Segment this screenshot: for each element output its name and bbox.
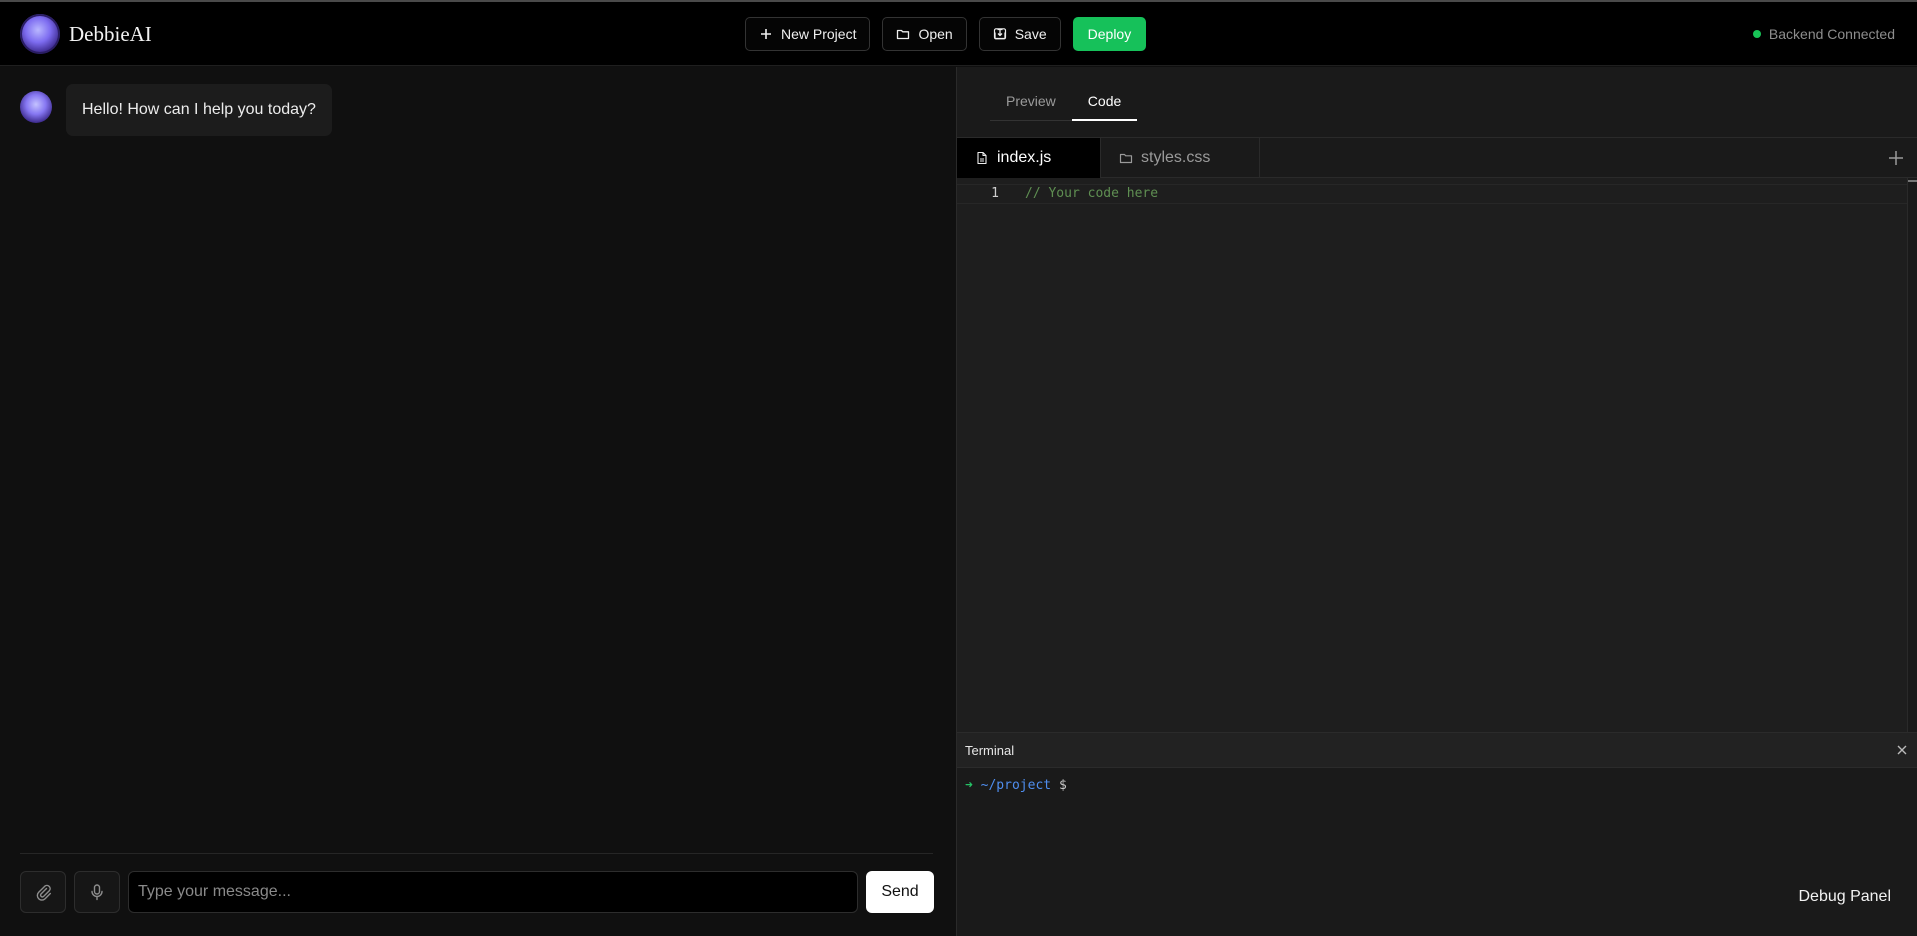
view-tabs: Preview Code [990,85,1138,121]
brand[interactable]: DebbieAI [20,14,152,54]
close-icon[interactable] [1895,743,1909,757]
scrollbar-thumb[interactable] [1908,180,1917,182]
prompt-path: ~/project [980,778,1052,793]
voice-button[interactable] [74,871,120,913]
save-icon [993,28,1006,40]
header-actions: New Project Open Save Deploy [745,17,1147,51]
file-tab-label: index.js [997,149,1052,166]
editor-scrollbar[interactable] [1907,178,1917,732]
prompt-arrow: ➜ [965,778,973,793]
chat-panel: Hello! How can I help you today? Send [0,67,956,936]
message-composer: Send [20,871,934,913]
file-tabs: index.js styles.css [957,137,1917,178]
code-editor[interactable]: 1 // Your code here [957,178,1907,732]
message-input[interactable] [128,871,858,913]
tab-code[interactable]: Code [1071,85,1138,121]
microphone-icon [91,884,103,901]
file-icon [977,151,987,165]
file-tab-label: styles.css [1141,149,1211,166]
status-text: Backend Connected [1768,26,1895,42]
terminal-header: Terminal [957,732,1917,768]
line-number: 1 [991,186,999,201]
message-bubble: Hello! How can I help you today? [66,84,332,136]
logo-icon [20,14,60,54]
debug-panel-button[interactable]: Debug Panel [1798,888,1891,906]
open-label: Open [918,26,953,42]
send-button[interactable]: Send [866,871,934,913]
terminal-prompt: ➜ ~/project $ [965,778,1067,793]
composer-divider [20,853,933,854]
plus-icon [761,29,771,39]
attach-button[interactable] [20,871,66,913]
chat-message: Hello! How can I help you today? [20,84,332,136]
app-name: DebbieAI [69,21,152,46]
terminal-output[interactable]: ➜ ~/project $ [957,768,1917,936]
app-header: DebbieAI New Project Open Save Deploy Ba… [0,2,1917,66]
deploy-label: Deploy [1087,26,1132,42]
folder-icon [897,29,910,40]
code-line: 1 // Your code here [957,184,1907,204]
new-project-label: New Project [781,26,857,42]
code-text: // Your code here [1025,186,1159,201]
status-dot-icon [1752,30,1761,38]
deploy-button[interactable]: Deploy [1072,17,1147,51]
open-button[interactable]: Open [882,17,967,51]
editor-panel: Preview Code index.js styles.css 1 // Yo… [956,67,1917,936]
save-label: Save [1014,26,1047,42]
folder-icon [1119,153,1133,164]
prompt-symbol: $ [1058,778,1067,793]
assistant-avatar [20,91,52,123]
save-button[interactable]: Save [978,17,1061,51]
add-file-button[interactable] [1885,147,1907,169]
paperclip-icon [36,884,51,901]
new-project-button[interactable]: New Project [745,17,871,51]
file-tab-styles-css[interactable]: styles.css [1100,138,1260,178]
file-tab-index-js[interactable]: index.js [957,138,1100,178]
terminal-title: Terminal [965,743,1015,758]
tab-preview[interactable]: Preview [990,85,1072,120]
backend-status: Backend Connected [1752,26,1895,42]
